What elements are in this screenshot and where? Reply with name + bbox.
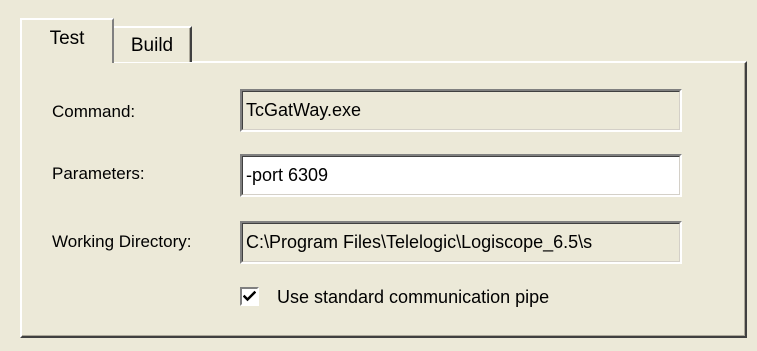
- tab-test[interactable]: Test: [20, 18, 114, 63]
- tab-test-label: Test: [49, 27, 85, 49]
- checkmark-icon: [243, 290, 256, 302]
- dialog: Test Build Command: TcGatWay.exe Paramet…: [0, 0, 757, 351]
- parameters-field[interactable]: -port 6309: [240, 154, 682, 197]
- parameters-label: Parameters:: [52, 164, 145, 183]
- use-pipe-label[interactable]: Use standard communication pipe: [277, 287, 549, 308]
- command-field[interactable]: TcGatWay.exe: [240, 89, 682, 132]
- tab-build-label: Build: [130, 35, 174, 56]
- parameters-value: -port 6309: [246, 165, 329, 185]
- command-value: TcGatWay.exe: [246, 100, 362, 120]
- working-directory-field[interactable]: C:\Program Files\Telelogic\Logiscope_6.5…: [240, 221, 682, 264]
- use-pipe-checkbox[interactable]: [240, 287, 259, 306]
- tab-build[interactable]: Build: [114, 26, 192, 62]
- working-directory-value: C:\Program Files\Telelogic\Logiscope_6.5…: [246, 232, 593, 252]
- command-label: Command:: [52, 102, 136, 121]
- working-directory-label: Working Directory:: [52, 232, 192, 251]
